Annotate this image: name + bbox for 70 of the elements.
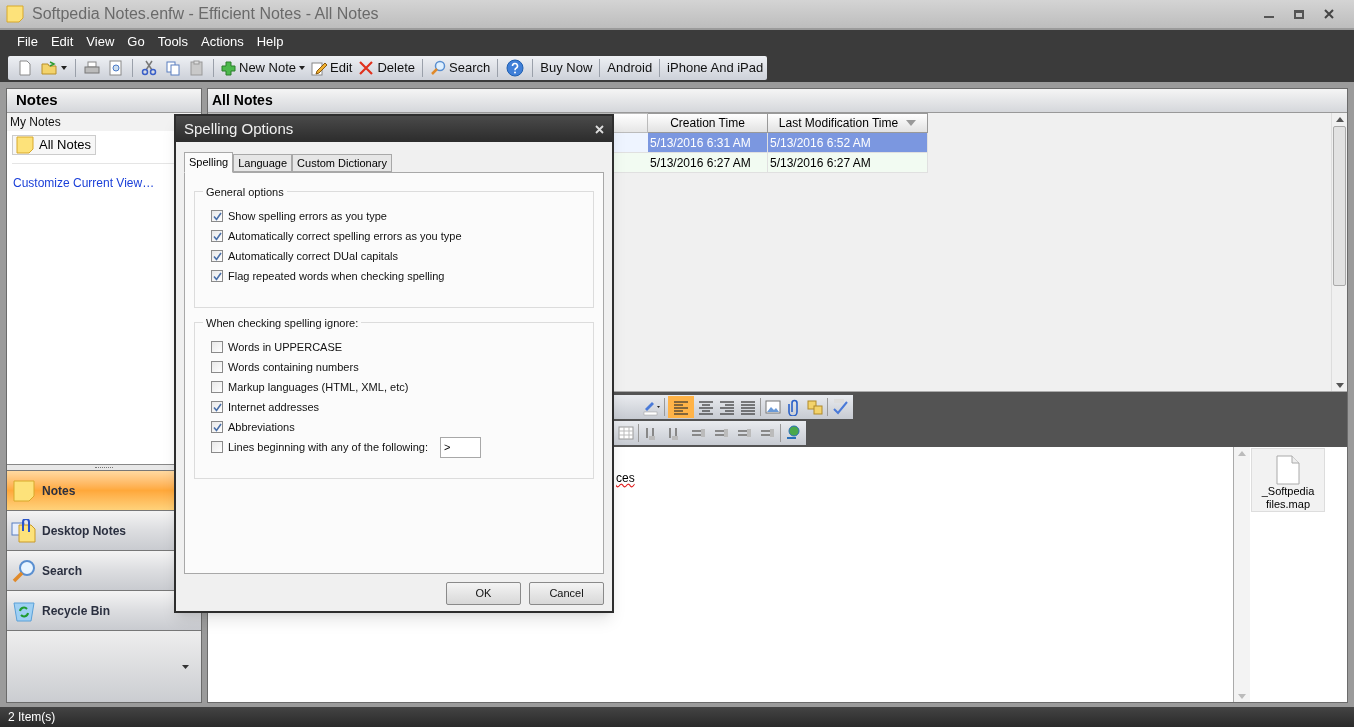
menu-item[interactable]: Edit — [49, 32, 75, 52]
sticky-note-icon — [16, 136, 34, 154]
search-button[interactable]: Search — [428, 57, 493, 79]
spell-check-icon[interactable] — [831, 398, 849, 416]
dialog-button[interactable]: Cancel — [529, 582, 604, 605]
pencil-icon — [311, 60, 328, 76]
attachment-item[interactable]: _Softpedia files.map — [1251, 448, 1325, 512]
table-cell: 5/13/2016 6:27 AM — [648, 153, 768, 173]
search-icon — [430, 60, 447, 76]
plus-icon — [221, 60, 236, 76]
table-cell: 5/13/2016 6:31 AM — [648, 133, 768, 153]
checkbox[interactable]: Automatically correct DUal capitals — [211, 247, 398, 265]
dialog-button[interactable]: OK — [446, 582, 521, 605]
table-cell: 5/13/2016 6:27 AM — [768, 153, 928, 173]
menu-item[interactable]: Help — [255, 32, 285, 52]
checkbox[interactable]: Words in UPPERCASE — [211, 338, 343, 356]
checkbox[interactable]: Markup languages (HTML, XML, etc) — [211, 378, 409, 396]
menu-item[interactable]: File — [16, 32, 39, 52]
align-left-icon[interactable] — [668, 396, 694, 418]
menu-item[interactable]: Tools — [156, 32, 189, 52]
toolbar-button[interactable]: iPhone And iPad — [665, 57, 766, 79]
panel-header: All Notes — [208, 89, 1347, 113]
align-right-icon[interactable] — [718, 398, 736, 416]
scroll-up-icon[interactable] — [1335, 117, 1344, 122]
input-field[interactable]: > — [439, 436, 481, 458]
magnifier-icon — [11, 558, 37, 583]
menu-item[interactable]: View — [85, 32, 116, 52]
justify-icon[interactable] — [739, 398, 757, 416]
toolbar-button[interactable]: Buy Now — [538, 57, 595, 79]
checkbox[interactable]: Internet addresses — [211, 398, 320, 416]
checkbox[interactable]: Show spelling errors as you type — [211, 207, 387, 225]
window-title: Softpedia Notes.enfw - Efficient Notes - All Notes — [32, 4, 379, 24]
menu-item[interactable]: Actions — [200, 32, 245, 52]
caret-icon[interactable] — [182, 664, 189, 669]
delete-button[interactable]: Delete — [356, 57, 418, 79]
dialog-tab[interactable]: Spelling — [184, 152, 234, 173]
column-header[interactable]: Last Modification Time — [768, 113, 928, 133]
note-icon — [11, 479, 37, 502]
checkbox[interactable]: Abbreviations — [211, 418, 295, 436]
delete-icon — [358, 60, 375, 76]
nav-button[interactable]: Recycle Bin — [7, 590, 201, 630]
customize-link[interactable]: Customize Current View… — [13, 174, 155, 192]
editor-text: ces — [616, 470, 635, 487]
scroll-down-icon[interactable] — [1335, 383, 1344, 388]
new-note-button[interactable]: New Note — [219, 57, 308, 79]
tree-item[interactable]: All Notes — [12, 135, 97, 155]
dialog-tab[interactable]: Language — [233, 154, 293, 172]
dialog-title: Spelling Options — [184, 118, 294, 139]
align-center-icon[interactable] — [697, 398, 715, 416]
dialog-tab[interactable]: Custom Dictionary — [292, 154, 392, 172]
status-text: 2 Item(s) — [0, 707, 1354, 727]
app-icon — [6, 5, 24, 23]
edit-button[interactable]: Edit — [309, 57, 355, 79]
checkbox[interactable]: Lines beginning with any of the following: — [211, 438, 428, 456]
scrollbar-thumb[interactable] — [1333, 126, 1346, 286]
clip-note-icon — [11, 518, 37, 543]
scrollbar[interactable] — [1331, 113, 1347, 391]
maximize-button[interactable] — [1294, 9, 1304, 19]
panel-header: Notes — [7, 89, 201, 113]
checkbox[interactable]: Automatically correct spelling errors as you type — [211, 227, 462, 245]
image-icon[interactable] — [764, 398, 782, 416]
table-icon[interactable] — [617, 424, 635, 442]
close-button[interactable] — [1324, 9, 1334, 19]
file-icon — [1276, 455, 1300, 485]
checkbox[interactable]: Words containing numbers — [211, 358, 359, 376]
column-header[interactable]: Creation Time — [648, 113, 768, 133]
menu-item[interactable]: Go — [126, 32, 146, 52]
table-cell: 5/13/2016 6:52 AM — [768, 133, 928, 153]
checkbox[interactable]: Flag repeated words when checking spelling — [211, 267, 445, 285]
toolbar-button[interactable]: Android — [605, 57, 655, 79]
